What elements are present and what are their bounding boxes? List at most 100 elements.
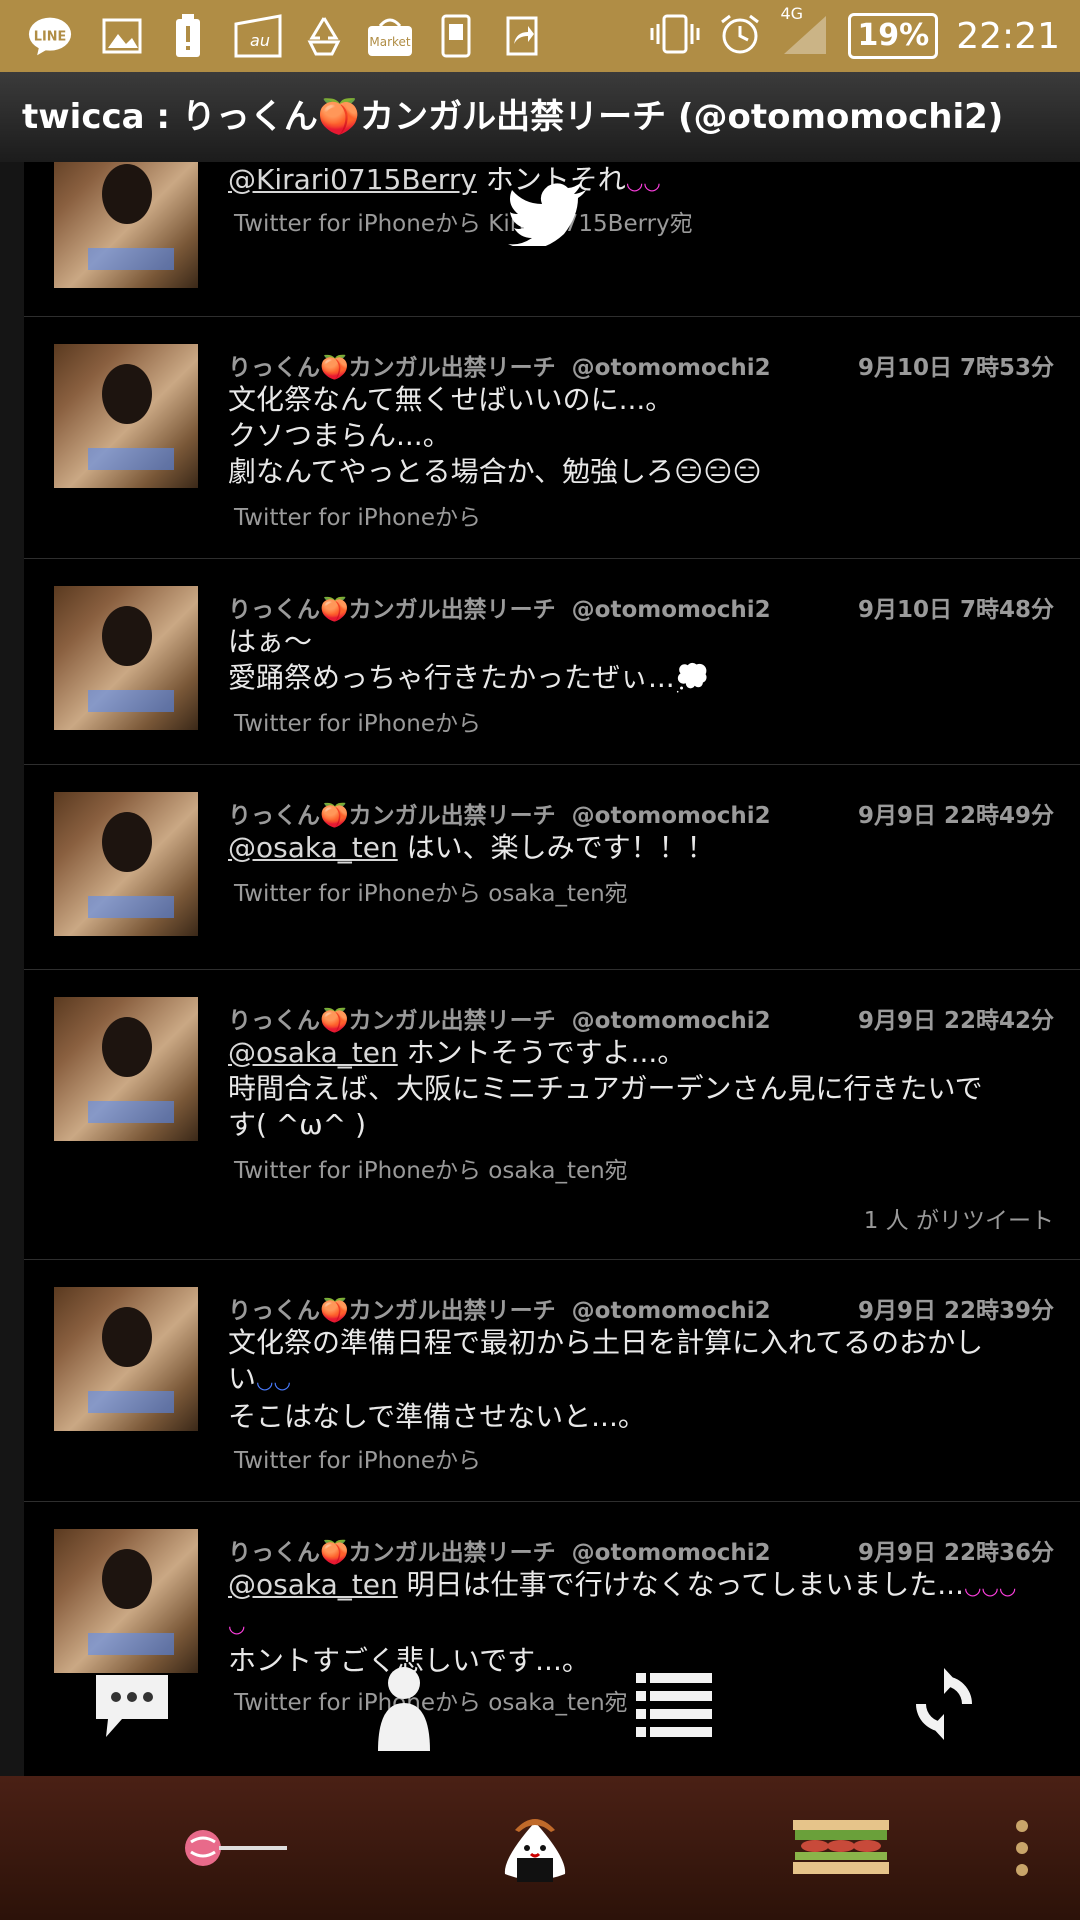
- phone-icon: [434, 14, 478, 58]
- signal-icon: 4G: [780, 4, 830, 60]
- tweet-text: @osaka_ten ホントそうですよ...。 時間合えば、大阪にミニチュアガー…: [228, 1035, 1058, 1143]
- tweet-text: 文化祭の準備日程で最初から土日を計算に入れてるのおかし い◡◡ そこはなしで準備…: [228, 1325, 1058, 1435]
- author-name: りっくん🍑カンガル出禁リーチ: [228, 597, 556, 623]
- author-handle: @otomomochi2: [571, 1540, 771, 1566]
- tweet-text-line: す( ^ω^ ): [228, 1108, 367, 1141]
- more-vertical-icon[interactable]: [1004, 1806, 1040, 1890]
- sandwich-icon[interactable]: [786, 1806, 896, 1890]
- author-name: りっくん🍑カンガル出禁リーチ: [228, 1540, 556, 1566]
- author-name: りっくん🍑カンガル出禁リーチ: [228, 803, 556, 829]
- vibrate-icon: [650, 12, 700, 60]
- tweet-text-line: 文化祭なんて無くせばいいのに...。: [228, 383, 674, 416]
- tweet-text-line: 劇なんてやっとる場合か、勉強しろ😑😑😑: [228, 455, 762, 488]
- svg-text:LINE: LINE: [34, 30, 66, 45]
- tweet-item[interactable]: りっくん🍑カンガル出禁リーチ @otomomochi2 9月9日 22時39分 …: [24, 1259, 1080, 1502]
- battery-level: 19%: [848, 13, 939, 59]
- tweet-source: Twitter for iPhoneから osaka_ten宛: [234, 1158, 628, 1184]
- tweet-text: @osaka_ten はい、楽しみです！！！: [228, 830, 1058, 866]
- tweet-text-line: そこはなしで準備させないと...。: [228, 1400, 646, 1433]
- timeline-list[interactable]: @Kirari0715Berry ホントそれ◡◡ Twitter for iPh…: [24, 162, 1080, 1776]
- tweet-item[interactable]: りっくん🍑カンガル出禁リーチ @otomomochi2 9月10日 7時48分 …: [24, 558, 1080, 765]
- avatar[interactable]: [54, 1287, 198, 1431]
- tweet-text-line: い: [228, 1362, 257, 1395]
- tweet-header: りっくん🍑カンガル出禁リーチ @otomomochi2 9月10日 7時53分: [228, 348, 1054, 382]
- clock: 22:21: [956, 15, 1060, 57]
- author-handle: @otomomochi2: [571, 597, 771, 623]
- avatar[interactable]: [54, 997, 198, 1141]
- tweet-text-line: クソつまらん...。: [228, 419, 451, 452]
- mention-link[interactable]: @osaka_ten: [228, 831, 398, 864]
- au-icon: au: [232, 14, 284, 58]
- author-name: りっくん🍑カンガル出禁リーチ: [228, 1298, 556, 1324]
- tweet-header: りっくん🍑カンガル出禁リーチ @otomomochi2 9月9日 22時39分: [228, 1291, 1054, 1325]
- svg-text:Market: Market: [369, 35, 411, 49]
- mention-link[interactable]: @osaka_ten: [228, 1036, 398, 1069]
- twitter-bird-icon: [508, 182, 588, 250]
- refresh-icon[interactable]: [904, 1664, 984, 1744]
- avatar[interactable]: [54, 586, 198, 730]
- tweet-header: りっくん🍑カンガル出禁リーチ @otomomochi2 9月10日 7時48分: [228, 590, 1054, 624]
- tweet-text-line: はぁ〜: [228, 625, 313, 658]
- market-icon: Market: [364, 14, 416, 58]
- tweet-header: りっくん🍑カンガル出禁リーチ @otomomochi2 9月9日 22時49分: [228, 796, 1054, 830]
- share-icon: [500, 14, 544, 58]
- person-icon[interactable]: [364, 1660, 444, 1756]
- tweet-text: 文化祭なんて無くせばいいのに...。 クソつまらん...。 劇なんてやっとる場合…: [228, 382, 1058, 490]
- author-handle: @otomomochi2: [571, 355, 771, 381]
- onigiri-icon[interactable]: [490, 1806, 580, 1890]
- emoji-icon: ◡◡: [256, 1369, 291, 1393]
- left-divider: [0, 162, 24, 1776]
- emoji-icon: ◡◡: [625, 170, 661, 194]
- tweet-header: りっくん🍑カンガル出禁リーチ @otomomochi2 9月9日 22時36分: [228, 1533, 1054, 1567]
- recycle-icon: [302, 14, 346, 58]
- bottom-tab-bar: [0, 1776, 1080, 1920]
- tweet-date: 9月9日 22時39分: [857, 1298, 1054, 1324]
- network-type: 4G: [780, 4, 804, 23]
- tweet-text: @osaka_ten 明日は仕事で行けなくなってしまいました...◡◡◡ ◡ ホ…: [228, 1567, 1058, 1679]
- tweet-header: りっくん🍑カンガル出禁リーチ @otomomochi2 9月9日 22時42分: [228, 1001, 1054, 1035]
- tweet-date: 9月10日 7時53分: [857, 355, 1054, 381]
- list-icon[interactable]: [634, 1666, 714, 1746]
- tweet-source: Twitter for iPhoneから: [234, 711, 481, 737]
- tweet-item[interactable]: りっくん🍑カンガル出禁リーチ @otomomochi2 9月9日 22時42分 …: [24, 969, 1080, 1260]
- tweet-source: Twitter for iPhoneから Kirari0715Berry宛: [234, 211, 693, 237]
- tweet-item[interactable]: りっくん🍑カンガル出禁リーチ @otomomochi2 9月9日 22時49分 …: [24, 764, 1080, 970]
- page-title: twicca : りっくん🍑カンガル出禁リーチ (@otomomochi2): [0, 72, 1080, 162]
- tweet-text-line: ホントそうですよ...。: [397, 1036, 686, 1069]
- tweet-text-line: はい、楽しみです！！！: [397, 831, 715, 864]
- author-handle: @otomomochi2: [571, 1008, 771, 1034]
- author-handle: @otomomochi2: [571, 1298, 771, 1324]
- avatar[interactable]: [54, 162, 198, 288]
- lollipop-icon[interactable]: [176, 1806, 296, 1890]
- author-handle: @otomomochi2: [571, 803, 771, 829]
- tweet-date: 9月9日 22時42分: [857, 1008, 1054, 1034]
- retweet-count[interactable]: 1 人 がリツイート: [864, 1201, 1054, 1235]
- gallery-icon: [100, 14, 144, 58]
- tweet-date: 9月9日 22時49分: [857, 803, 1054, 829]
- author-name: りっくん🍑カンガル出禁リーチ: [228, 355, 556, 381]
- tweet-source: Twitter for iPhoneから osaka_ten宛: [234, 881, 628, 907]
- avatar[interactable]: [54, 1529, 198, 1673]
- emoji-icon: ◡: [228, 1613, 246, 1637]
- avatar[interactable]: [54, 344, 198, 488]
- author-name: りっくん🍑カンガル出禁リーチ: [228, 1008, 556, 1034]
- tweet-text: @Kirari0715Berry ホントそれ◡◡: [228, 162, 1058, 200]
- tweet-item[interactable]: りっくん🍑カンガル出禁リーチ @otomomochi2 9月10日 7時53分 …: [24, 316, 1080, 559]
- battery-alert-icon: [166, 14, 210, 58]
- mention-link[interactable]: @osaka_ten: [228, 1568, 398, 1601]
- tweet-text-line: 愛踊祭めっちゃ行きたかったぜぃ...💭: [228, 661, 710, 694]
- tweet-text: はぁ〜 愛踊祭めっちゃ行きたかったぜぃ...💭: [228, 624, 1058, 696]
- line-app-icon: LINE: [28, 14, 72, 58]
- speech-bubble-icon[interactable]: [92, 1666, 172, 1746]
- tweet-source: Twitter for iPhoneから: [234, 1448, 481, 1474]
- emoji-icon: ◡◡◡: [963, 1575, 1017, 1599]
- tweet-date: 9月9日 22時36分: [857, 1540, 1054, 1566]
- tweet-text-line: 時間合えば、大阪にミニチュアガーデンさん見に行きたいで: [228, 1072, 983, 1105]
- avatar[interactable]: [54, 792, 198, 936]
- tweet-text-line: 明日は仕事で行けなくなってしまいました...: [397, 1568, 964, 1601]
- mention-link[interactable]: @Kirari0715Berry: [228, 163, 477, 196]
- svg-text:au: au: [250, 31, 270, 50]
- tweet-source: Twitter for iPhoneから: [234, 505, 481, 531]
- status-bar: LINE au Market 4G 19% 22:21: [0, 0, 1080, 72]
- tweet-date: 9月10日 7時48分: [857, 597, 1054, 623]
